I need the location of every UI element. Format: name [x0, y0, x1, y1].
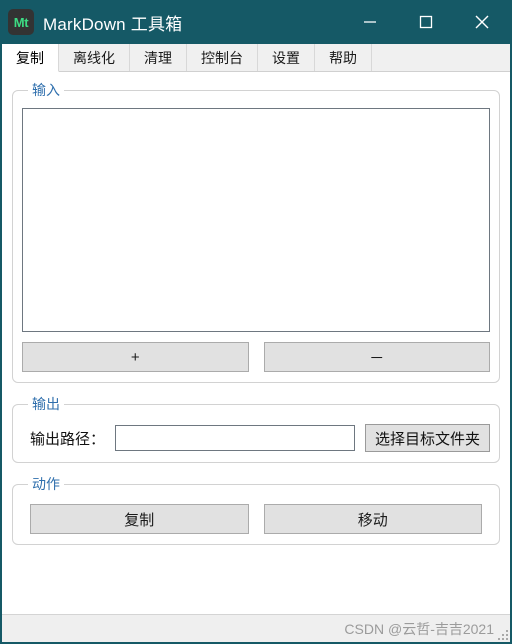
action-button-row: 复制 移动	[22, 502, 490, 534]
tab-content-copy: 输入 + － 输出 输出路径： 选择目标文件夹 动作 复制 移动	[2, 72, 510, 614]
resize-grip[interactable]	[497, 629, 508, 640]
close-icon	[473, 13, 491, 31]
move-button[interactable]: 移动	[263, 504, 482, 534]
status-bar: CSDN @云哲-吉吉2021	[2, 614, 510, 642]
tab-bar-filler	[372, 44, 510, 71]
titlebar[interactable]: Mt MarkDown 工具箱	[2, 0, 510, 44]
tab-copy[interactable]: 复制	[2, 44, 59, 72]
maximize-button[interactable]	[398, 0, 454, 44]
output-group: 输出 输出路径： 选择目标文件夹	[12, 394, 500, 463]
remove-input-button[interactable]: －	[263, 342, 490, 372]
action-group: 动作 复制 移动	[12, 474, 500, 545]
input-textarea[interactable]	[22, 108, 490, 332]
tab-help[interactable]: 帮助	[315, 44, 372, 71]
output-path-input[interactable]	[115, 425, 355, 451]
output-group-legend: 输出	[32, 396, 60, 412]
app-icon-label: Mt	[13, 14, 29, 30]
add-input-button[interactable]: +	[22, 342, 249, 372]
watermark-text: CSDN @云哲-吉吉2021	[344, 620, 494, 637]
minimize-icon	[362, 14, 378, 30]
copy-button[interactable]: 复制	[30, 504, 249, 534]
action-group-legend: 动作	[32, 476, 60, 492]
window-title: MarkDown 工具箱	[43, 14, 183, 34]
app-window: Mt MarkDown 工具箱 复制 离线化 清理 控制台 设置 帮助 输入 +…	[0, 0, 512, 644]
maximize-icon	[418, 14, 434, 30]
tab-console[interactable]: 控制台	[187, 44, 258, 71]
output-path-row: 输出路径： 选择目标文件夹	[22, 422, 490, 452]
markdown-app-icon: Mt	[8, 9, 34, 35]
close-button[interactable]	[454, 0, 510, 44]
tab-clean[interactable]: 清理	[130, 44, 187, 71]
input-group: 输入 + －	[12, 80, 500, 383]
tab-offline[interactable]: 离线化	[59, 44, 130, 71]
input-button-row: + －	[22, 342, 490, 372]
tab-settings[interactable]: 设置	[258, 44, 315, 71]
output-path-label: 输出路径：	[30, 430, 106, 448]
minimize-button[interactable]	[342, 0, 398, 44]
choose-target-folder-button[interactable]: 选择目标文件夹	[364, 424, 490, 452]
input-group-legend: 输入	[32, 82, 60, 98]
tab-bar: 复制 离线化 清理 控制台 设置 帮助	[2, 44, 510, 72]
window-controls	[342, 0, 510, 44]
